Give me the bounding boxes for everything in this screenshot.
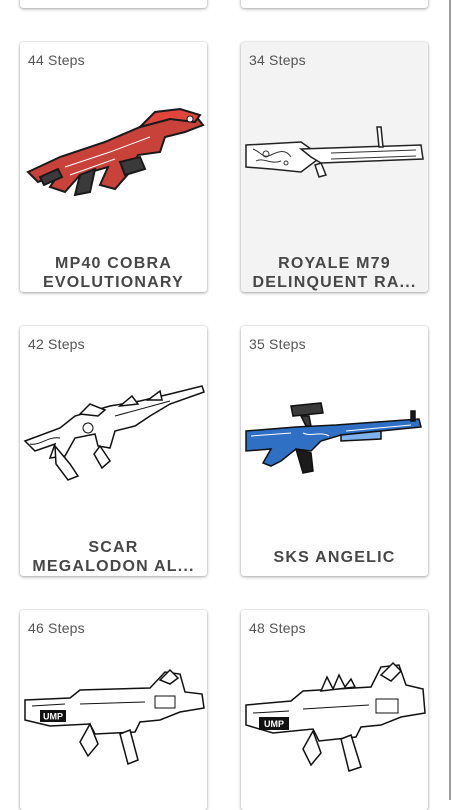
card-title-line-1: SKS ANGELIC (273, 549, 396, 566)
gun-card-royale-m79[interactable]: 34 Steps ROYALE M79 DELINQUENT RA... (241, 42, 428, 292)
steps-count: 42 Steps (28, 336, 85, 352)
gun-card-top-left[interactable] (20, 0, 207, 8)
steps-count: 35 Steps (249, 336, 306, 352)
card-title-line-1: SCAR (88, 539, 139, 556)
card-title: MP40 COBRA EVOLUTIONARY (26, 254, 201, 292)
steps-count: 44 Steps (28, 52, 85, 68)
mp40-cobra-gun-image (26, 107, 205, 197)
card-title: SKS ANGELIC (247, 548, 422, 567)
scar-megalodon-gun-image (23, 385, 205, 481)
card-title-line-1: MP40 COBRA (55, 255, 172, 272)
ump-gun-image: UMP (24, 668, 205, 766)
steps-count: 48 Steps (249, 620, 306, 636)
royale-m79-gun-image (245, 126, 424, 178)
ump-spiked-gun-image: UMP (245, 661, 426, 772)
sks-angelic-gun-image (245, 402, 422, 474)
steps-count: 34 Steps (249, 52, 306, 68)
card-title: ROYALE M79 DELINQUENT RA... (247, 254, 422, 292)
gun-card-mp40-cobra[interactable]: 44 Steps MP40 COBRA EVOLUTIONARY (20, 42, 207, 292)
ump-label: UMP (264, 719, 284, 729)
scrollbar[interactable] (449, 0, 451, 800)
card-title-line-2: DELINQUENT RA... (252, 274, 417, 291)
gun-card-sks-angelic[interactable]: 35 Steps SKS ANGELIC (241, 326, 428, 576)
gun-card-top-right[interactable] (241, 0, 428, 8)
card-title-line-2: EVOLUTIONARY (43, 274, 184, 291)
gun-card-ump-spiked[interactable]: 48 Steps UMP (241, 610, 428, 810)
gun-card-ump[interactable]: 46 Steps UMP (20, 610, 207, 810)
steps-count: 46 Steps (28, 620, 85, 636)
ump-label: UMP (43, 712, 63, 722)
card-title-line-1: ROYALE M79 (278, 255, 391, 272)
card-title: SCAR MEGALODON AL... (26, 538, 201, 576)
card-title-line-2: MEGALODON AL... (32, 558, 195, 575)
gun-card-scar-megalodon[interactable]: 42 Steps SCAR MEGALODON AL... (20, 326, 207, 576)
